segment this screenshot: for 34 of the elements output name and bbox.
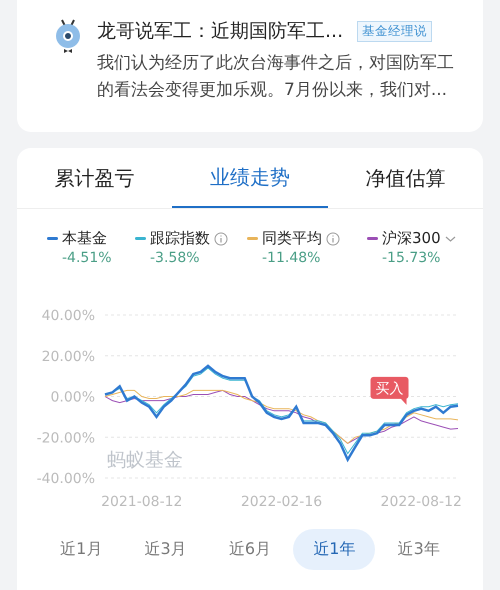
- y-axis-label: -20.00%: [36, 430, 95, 446]
- manager-note-card[interactable]: 龙哥说军工：近期国防军工... 基金经理说 我们认为经历了此次台海事件之后，对国防军工的看法会变得更加乐观。7月份以来，我们对...: [17, 0, 483, 132]
- legend-label: 同类平均: [262, 229, 322, 248]
- tab[interactable]: 业绩走势: [172, 148, 328, 208]
- tab[interactable]: 累计盈亏: [17, 148, 172, 208]
- y-axis-label: 20.00%: [42, 348, 95, 365]
- note-tag: 基金经理说: [357, 20, 432, 42]
- legend-value: -4.51%: [61, 250, 113, 266]
- x-axis-label: 2022-08-12: [380, 494, 462, 510]
- ant-mascot-icon: [53, 18, 83, 54]
- note-title: 龙哥说军工：近期国防军工...: [97, 19, 344, 44]
- annotation: 买入: [376, 380, 404, 397]
- legend-value: -15.73%: [381, 250, 442, 266]
- legend-value: -3.58%: [149, 250, 201, 266]
- legend-label: 本基金: [62, 229, 107, 248]
- period-button[interactable]: 近3年: [378, 529, 460, 570]
- info-icon[interactable]: [214, 232, 228, 246]
- note-text: 我们认为经历了此次台海事件之后，对国防军工的看法会变得更加乐观。7月份以来，我们对...: [97, 52, 455, 102]
- tab[interactable]: 净值估算: [328, 148, 483, 208]
- period-button[interactable]: 近6月: [208, 529, 292, 570]
- x-axis-label: 2022-02-16: [240, 494, 322, 510]
- chevron-down-icon[interactable]: [444, 234, 456, 242]
- y-axis-label: 0.00%: [50, 390, 95, 406]
- legend-label: 跟踪指数: [150, 229, 210, 248]
- period-button[interactable]: 近1月: [40, 529, 122, 570]
- y-axis-label: 40.00%: [42, 308, 95, 324]
- chart-watermark: 蚂蚁基金: [107, 449, 183, 471]
- info-icon[interactable]: [326, 232, 340, 246]
- x-axis-label: 2021-08-12: [101, 494, 182, 510]
- legend-label: 沪深300: [382, 229, 441, 248]
- period-button[interactable]: 近3月: [124, 529, 207, 570]
- period-button[interactable]: 近1年: [293, 529, 376, 570]
- legend-value: -11.48%: [261, 250, 322, 266]
- y-axis-label: -40.00%: [36, 471, 95, 487]
